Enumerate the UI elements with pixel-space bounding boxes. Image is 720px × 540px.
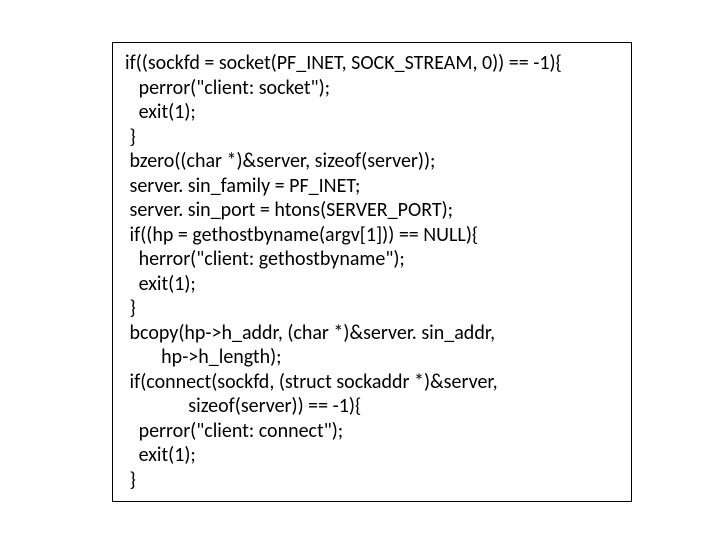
code-line: bcopy(hp->h_addr, (char *)&server. sin_a… xyxy=(125,321,621,346)
code-line: bzero((char *)&server, sizeof(server)); xyxy=(125,149,621,174)
code-line: } xyxy=(125,468,621,493)
code-line: exit(1); xyxy=(125,443,621,468)
code-line: server. sin_family = PF_INET; xyxy=(125,174,621,199)
code-line: perror("client: socket"); xyxy=(125,76,621,101)
slide: if((sockfd = socket(PF_INET, SOCK_STREAM… xyxy=(0,0,720,540)
code-line: server. sin_port = htons(SERVER_PORT); xyxy=(125,198,621,223)
code-box: if((sockfd = socket(PF_INET, SOCK_STREAM… xyxy=(112,42,632,502)
code-line: hp->h_length); xyxy=(125,345,621,370)
code-line: if((hp = gethostbyname(argv[1])) == NULL… xyxy=(125,223,621,248)
code-line: } xyxy=(125,296,621,321)
code-line: } xyxy=(125,125,621,150)
code-line: sizeof(server)) == -1){ xyxy=(125,394,621,419)
code-line: if(connect(sockfd, (struct sockaddr *)&s… xyxy=(125,370,621,395)
code-line: exit(1); xyxy=(125,100,621,125)
code-line: perror("client: connect"); xyxy=(125,419,621,444)
code-line: herror("client: gethostbyname"); xyxy=(125,247,621,272)
code-line: if((sockfd = socket(PF_INET, SOCK_STREAM… xyxy=(125,51,621,76)
code-line: exit(1); xyxy=(125,272,621,297)
